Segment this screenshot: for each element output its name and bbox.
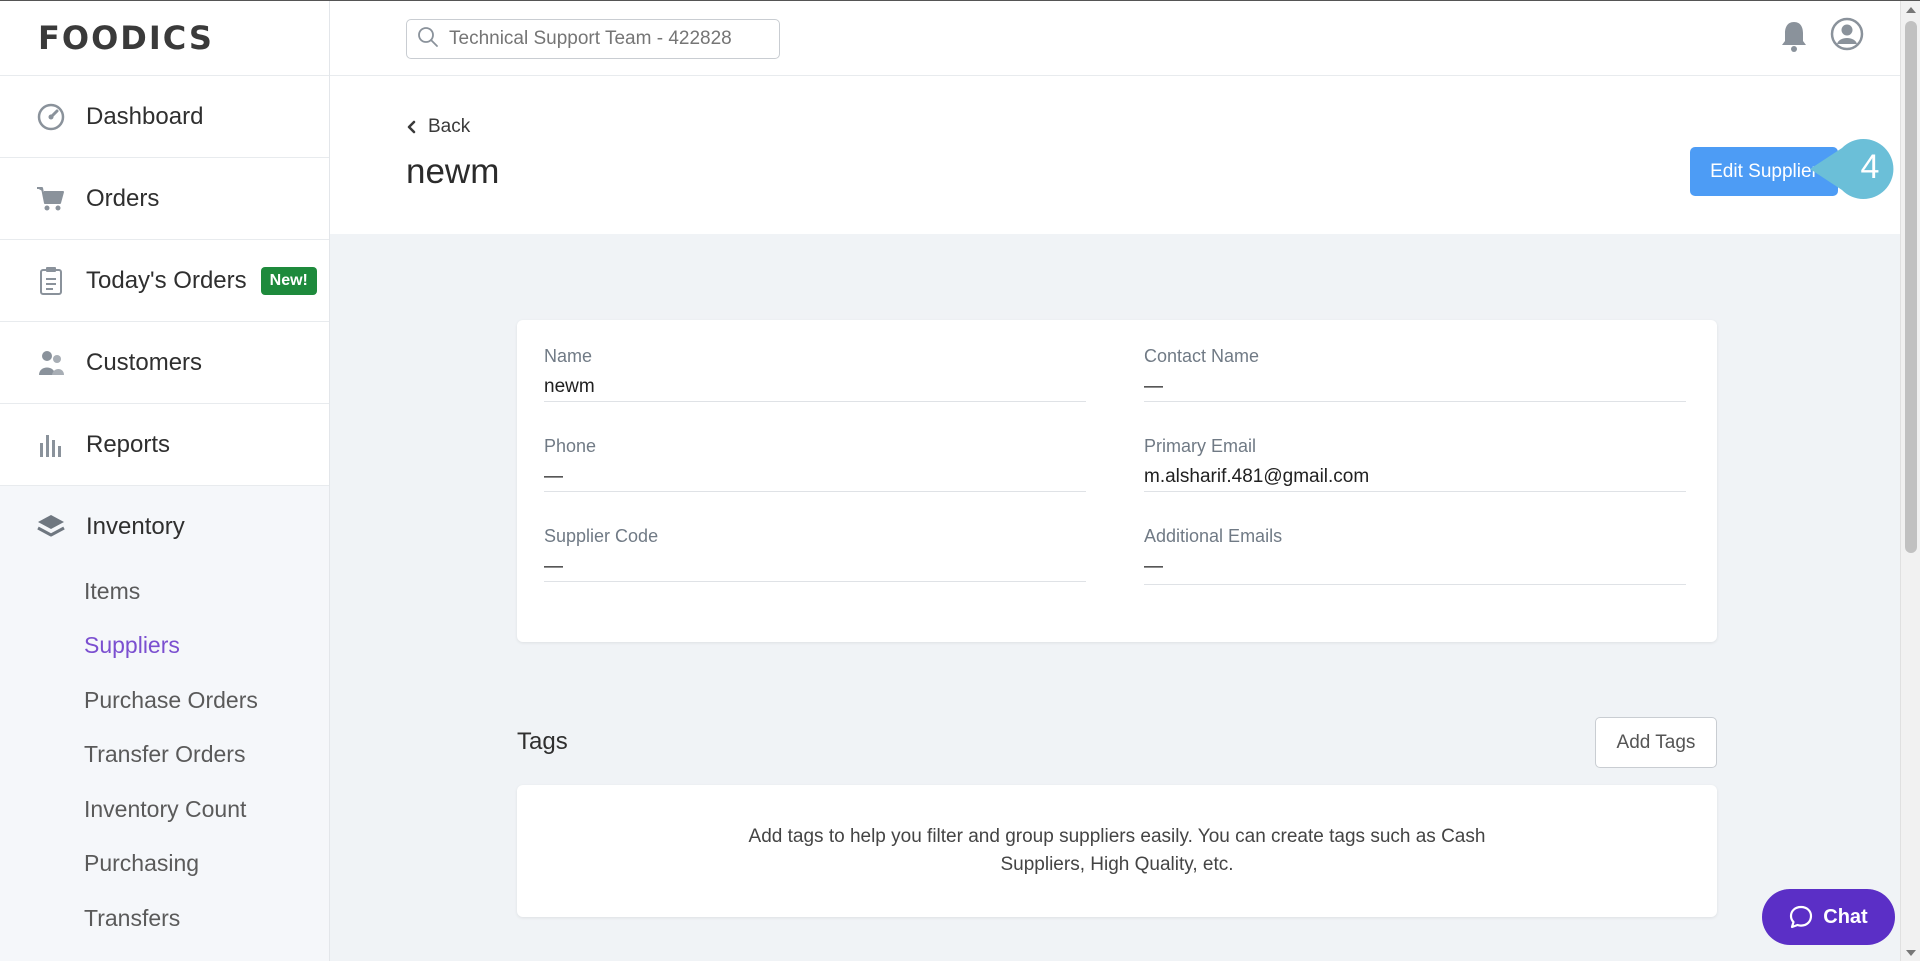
search-box[interactable] — [406, 19, 780, 59]
supplier-code-label: Supplier Code — [544, 526, 659, 546]
clipboard-icon — [36, 266, 66, 296]
cart-icon — [36, 184, 66, 214]
sidebar-item-todays-orders[interactable]: Today's Orders New! — [0, 240, 329, 322]
page-scrollbar[interactable] — [1900, 1, 1920, 961]
tags-heading: Tags — [517, 728, 568, 755]
primary-email-label: Primary Email — [1144, 436, 1257, 456]
layers-icon — [36, 512, 66, 542]
supplier-code-field: Supplier Code — — [544, 510, 1086, 582]
contact-name-field: Contact Name — — [1144, 330, 1686, 402]
search-input[interactable] — [449, 28, 769, 50]
sidebar-subitem-suppliers[interactable]: Suppliers — [0, 619, 329, 674]
sidebar-item-customers[interactable]: Customers — [0, 322, 329, 404]
sidebar-subitem-purchasing[interactable]: Purchasing — [0, 837, 329, 892]
bar-chart-icon — [36, 430, 66, 460]
phone-value: — — [544, 466, 563, 487]
search-icon — [417, 26, 439, 53]
logo-text: FOODICS — [38, 19, 214, 57]
page-title: newm — [406, 152, 500, 191]
scroll-down-arrow-icon[interactable] — [1906, 950, 1916, 956]
scroll-up-arrow-icon[interactable] — [1906, 7, 1916, 13]
additional-emails-field: Additional Emails — — [1144, 510, 1686, 585]
primary-email-value: m.alsharif.481@gmail.com — [1144, 466, 1370, 487]
chat-label: Chat — [1823, 905, 1868, 928]
name-value: newm — [544, 376, 595, 397]
name-label: Name — [544, 346, 593, 366]
notification-bell-icon[interactable] — [1778, 19, 1810, 53]
user-avatar-icon[interactable] — [1830, 17, 1864, 51]
scroll-thumb[interactable] — [1905, 21, 1917, 553]
step-marker-number: 4 — [1860, 148, 1880, 186]
phone-field: Phone — — [544, 420, 1086, 492]
sidebar-subitem-production[interactable]: Production — [0, 946, 329, 961]
sidebar: FOODICS Dashboard Orders Today's Orders … — [0, 1, 330, 961]
phone-label: Phone — [544, 436, 597, 456]
add-tags-button[interactable]: Add Tags — [1595, 717, 1717, 768]
sidebar-item-orders[interactable]: Orders — [0, 158, 329, 240]
back-label: Back — [428, 116, 471, 137]
sidebar-item-dashboard[interactable]: Dashboard — [0, 76, 329, 158]
customers-icon — [36, 348, 66, 378]
sidebar-subitem-items[interactable]: Items — [0, 564, 329, 619]
name-field: Name newm — [544, 330, 1086, 402]
sidebar-item-label: Dashboard — [86, 102, 204, 130]
sidebar-item-inventory[interactable]: Inventory — [0, 490, 329, 564]
sidebar-subitem-transfer-orders[interactable]: Transfer Orders — [0, 728, 329, 783]
sidebar-item-label: Orders — [86, 184, 160, 212]
sidebar-subitem-inventory-count[interactable]: Inventory Count — [0, 782, 329, 837]
dashboard-gauge-icon — [36, 102, 66, 132]
tags-empty-card: Add tags to help you filter and group su… — [517, 785, 1717, 917]
tags-empty-text: Add tags to help you filter and group su… — [748, 826, 1486, 875]
sidebar-item-label: Reports — [86, 430, 171, 458]
new-badge: New! — [260, 266, 317, 295]
inventory-group: Inventory Items Suppliers Purchase Order… — [0, 486, 329, 961]
back-link[interactable]: Back — [406, 116, 470, 138]
primary-email-field: Primary Email m.alsharif.481@gmail.com — [1144, 420, 1686, 492]
contact-name-label: Contact Name — [1144, 346, 1260, 366]
additional-emails-value: — — [1144, 556, 1163, 577]
topbar — [330, 1, 1900, 76]
sidebar-subitem-purchase-orders[interactable]: Purchase Orders — [0, 673, 329, 728]
sidebar-item-label: Inventory — [86, 513, 185, 540]
foodics-logo[interactable]: FOODICS — [0, 1, 329, 76]
step-marker: 4 — [1808, 138, 1900, 200]
page-header: Back newm Edit Supplier 4 — [330, 76, 1900, 234]
additional-emails-label: Additional Emails — [1144, 526, 1283, 546]
chevron-left-icon — [407, 120, 416, 134]
sidebar-item-label: Today's Orders — [86, 266, 247, 294]
chat-bubble-icon — [1790, 905, 1813, 929]
sidebar-item-label: Customers — [86, 348, 203, 376]
supplier-code-value: — — [544, 556, 563, 577]
contact-name-value: — — [1144, 376, 1163, 397]
chat-button[interactable]: Chat — [1762, 889, 1895, 945]
sidebar-item-reports[interactable]: Reports — [0, 404, 329, 486]
sidebar-subitem-transfers[interactable]: Transfers — [0, 891, 329, 946]
supplier-details-card: Name newm Contact Name — Phone — Primary… — [517, 320, 1717, 642]
